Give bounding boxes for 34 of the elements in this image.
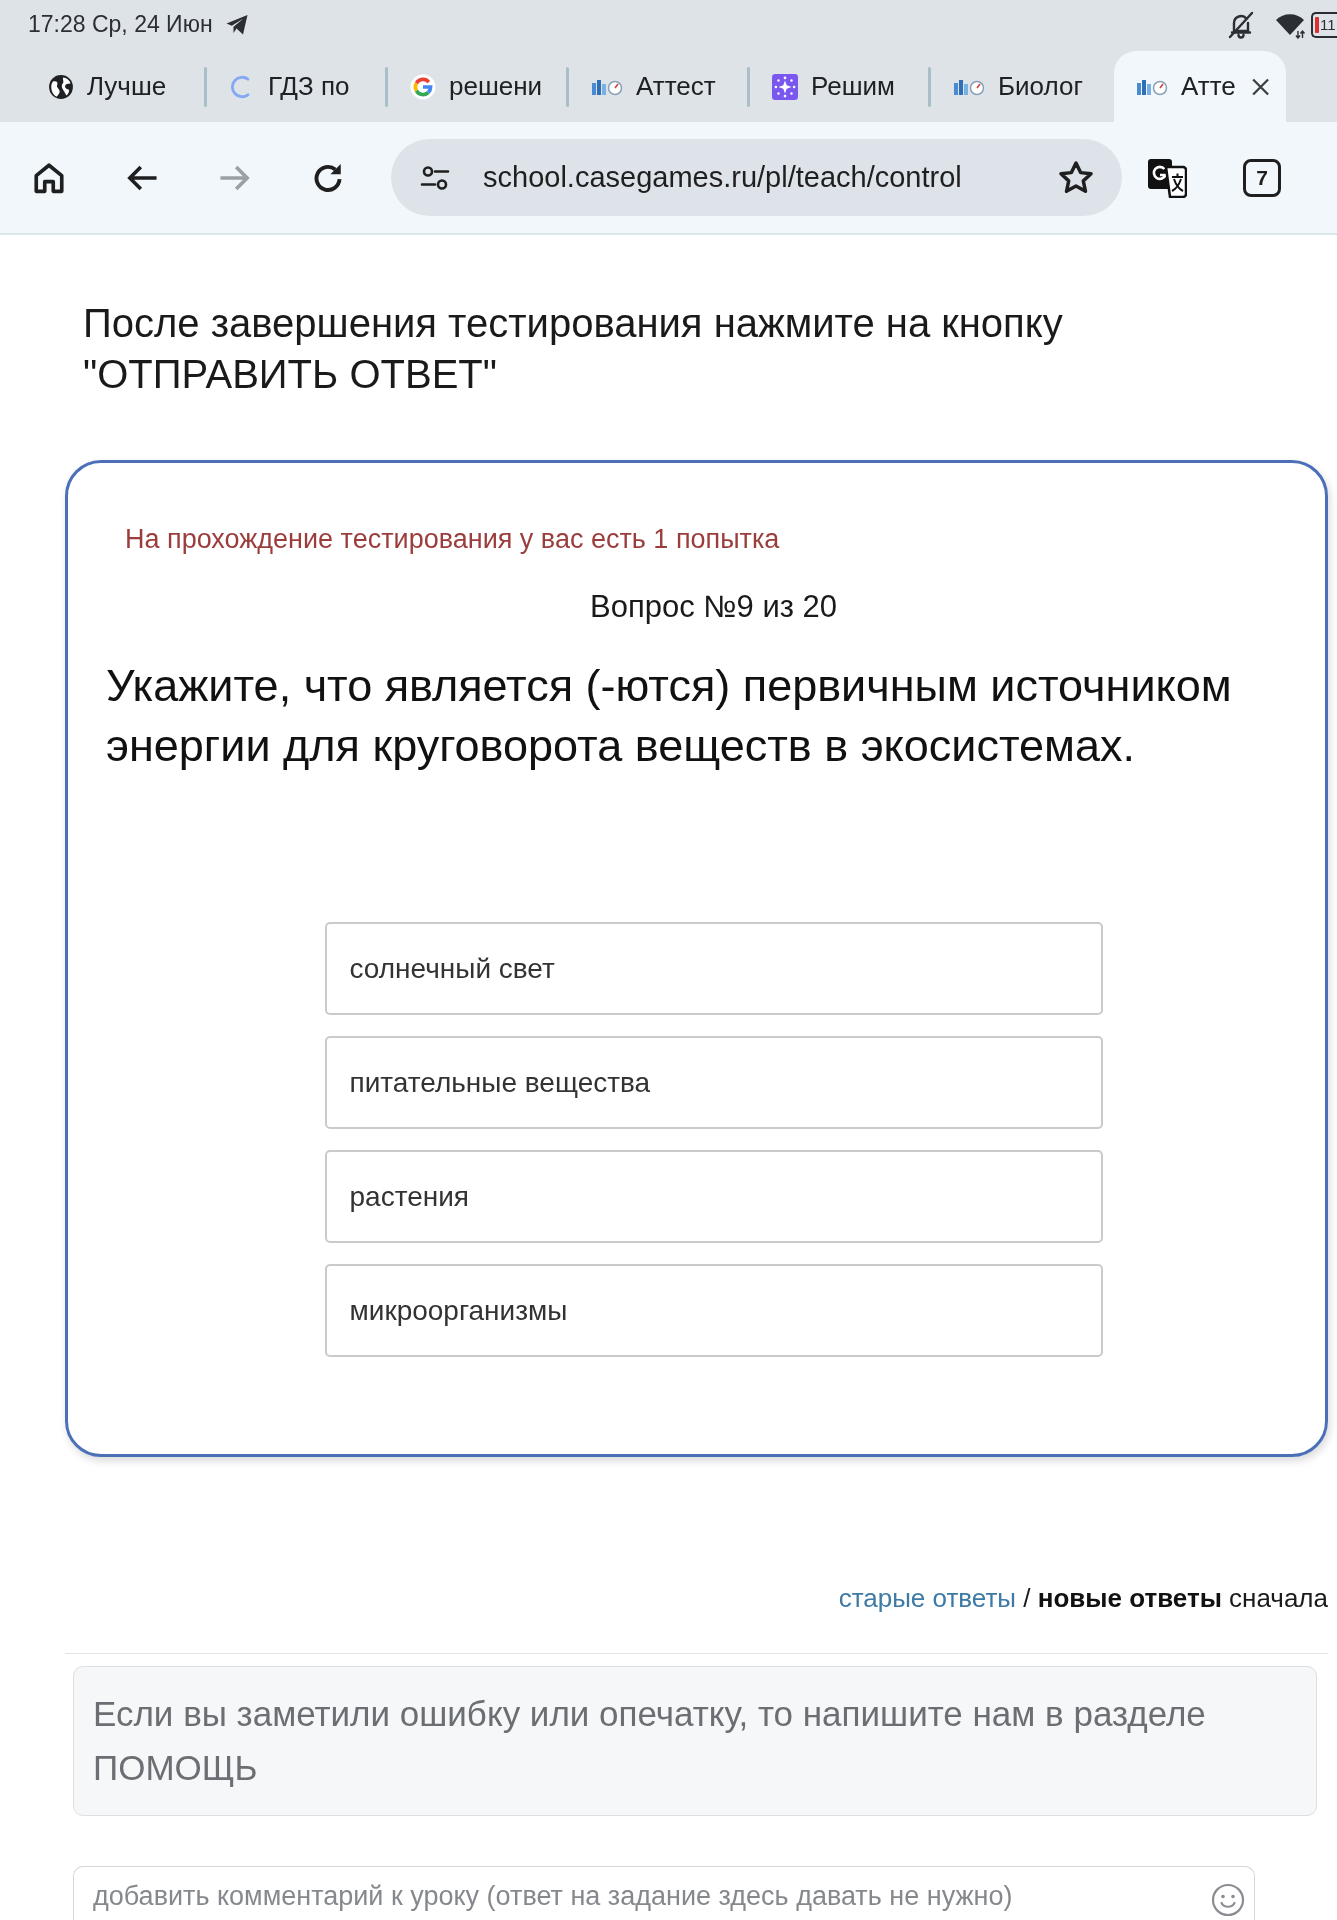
attempts-note: На прохождение тестирования у вас есть 1 попытка xyxy=(124,523,781,556)
browser-tab[interactable]: Аттест xyxy=(569,51,747,122)
answer-option[interactable]: питательные вещества xyxy=(324,1036,1103,1129)
browser-tab[interactable]: Биолог xyxy=(931,51,1109,122)
question-text: Укажите, что является (-ются) первичным источником энергии для круговорота веществ в экосистемах. xyxy=(106,659,1233,773)
question-number: Вопрос №9 из 20 xyxy=(589,589,838,625)
page-heading: После завершения тестирования нажмите на кнопку "ОТПРАВИТЬ ОТВЕТ" xyxy=(83,300,1064,398)
answer-option[interactable]: микроорганизмы xyxy=(324,1264,1103,1357)
globe-icon xyxy=(48,73,74,100)
home-icon[interactable] xyxy=(32,160,66,195)
bell-off-icon xyxy=(1226,9,1256,40)
answer-option[interactable]: солнечный свет xyxy=(324,922,1103,1015)
tab-count-button[interactable]: 7 xyxy=(1243,158,1281,197)
address-bar[interactable]: school.casegames.ru/pl/teach/control xyxy=(391,139,1122,216)
browser-tab[interactable]: Лучше xyxy=(26,51,204,122)
battery-level-text: 11 xyxy=(1320,16,1336,33)
smiley-icon[interactable] xyxy=(1211,1883,1245,1917)
browser-tab[interactable]: Решим xyxy=(750,51,928,122)
sparkle-icon xyxy=(772,73,798,100)
sort-option[interactable]: старые ответы xyxy=(838,1583,1017,1613)
sort-option[interactable]: новые ответы xyxy=(1037,1583,1222,1613)
sort-suffix: сначала xyxy=(1229,1583,1328,1613)
sort-separator: / xyxy=(1023,1583,1031,1613)
translate-icon[interactable] xyxy=(1147,157,1187,198)
browser-tab[interactable]: ГДЗ по xyxy=(207,51,385,122)
answer-option[interactable]: растения xyxy=(324,1150,1103,1243)
url-text: school.casegames.ru/pl/teach/control xyxy=(483,161,962,194)
status-time: 17:28 Ср, 24 Июн xyxy=(28,11,213,38)
multicolor-g-icon xyxy=(410,73,436,100)
help-notice: Если вы заметили ошибку или опечатку, то напишите нам в разделе ПОМОЩЬ xyxy=(73,1666,1317,1816)
comment-field[interactable]: добавить комментарий к уроку (ответ на задание здесь давать не нужно) xyxy=(73,1866,1255,1920)
paper-plane-icon xyxy=(224,13,249,36)
browser-tab[interactable]: Атте xyxy=(1114,51,1286,122)
browser-tab[interactable]: решени xyxy=(388,51,566,122)
